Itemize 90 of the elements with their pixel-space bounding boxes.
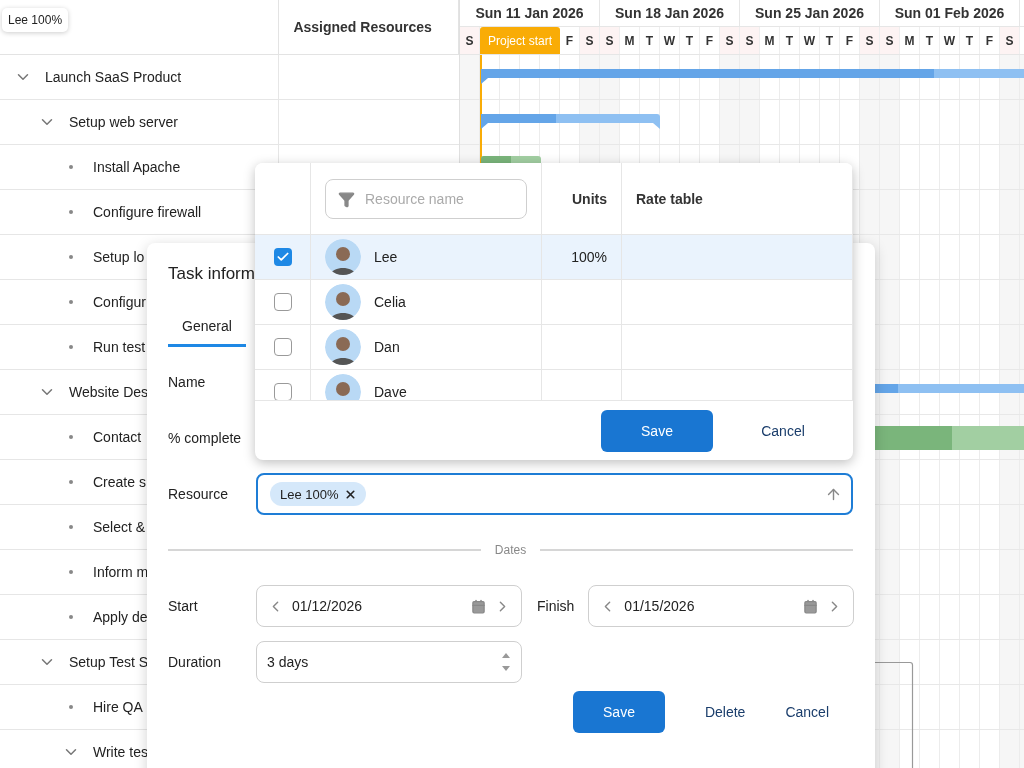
bullet-icon bbox=[69, 255, 73, 259]
field-label: Finish bbox=[537, 598, 575, 614]
task-name: Inform m bbox=[93, 564, 149, 580]
day-header: W bbox=[800, 27, 820, 54]
resource-row[interactable]: Celia bbox=[255, 280, 853, 325]
column-header: Rate table bbox=[636, 190, 703, 207]
bullet-icon bbox=[69, 435, 73, 439]
task-name: Write tes bbox=[93, 744, 148, 760]
task-name: Hire QA bbox=[93, 699, 143, 715]
day-header: S bbox=[860, 27, 880, 54]
save-button[interactable]: Save bbox=[573, 691, 665, 733]
dialog-title: Task inform bbox=[168, 263, 256, 285]
task-name: Launch SaaS Product bbox=[45, 69, 182, 85]
checkbox[interactable] bbox=[273, 248, 292, 266]
resource-name: Lee bbox=[374, 249, 398, 265]
resource-name: Dan bbox=[374, 339, 400, 355]
task-name: Select & bbox=[93, 519, 146, 535]
resource-field[interactable]: Lee 100% bbox=[256, 473, 853, 515]
field-label: Resource bbox=[168, 486, 229, 502]
day-header: S bbox=[1000, 27, 1020, 54]
task-name: Configure firewall bbox=[93, 204, 202, 220]
week-header: Sun 25 Jan 2026 bbox=[740, 0, 880, 26]
duration-field[interactable]: 3 days bbox=[256, 641, 522, 683]
filter-icon bbox=[338, 190, 355, 208]
cancel-button[interactable]: Cancel bbox=[733, 409, 833, 452]
task-name: Setup lo bbox=[93, 249, 145, 265]
bullet-icon bbox=[69, 480, 73, 484]
calendar-icon[interactable] bbox=[803, 598, 819, 614]
task-name: Configur bbox=[93, 294, 146, 310]
day-header: W bbox=[660, 27, 680, 54]
bullet-icon bbox=[69, 525, 73, 529]
bullet-icon bbox=[69, 300, 73, 304]
day-header: S bbox=[880, 27, 900, 54]
task-name: Setup web server bbox=[69, 114, 178, 130]
day-header: S bbox=[740, 27, 760, 54]
remove-icon[interactable] bbox=[343, 487, 357, 501]
bullet-icon bbox=[69, 570, 73, 574]
week-header: Sun 11 Jan 2026 bbox=[460, 0, 600, 26]
week-header: Sun 18 Jan 2026 bbox=[600, 0, 740, 26]
resource-name: Celia bbox=[374, 294, 406, 310]
field-label: Start bbox=[168, 598, 199, 614]
bullet-icon bbox=[69, 615, 73, 619]
section-heading: Dates bbox=[494, 543, 527, 557]
date-field[interactable]: 01/15/2026 bbox=[588, 585, 855, 627]
column-header: Assigned Resources bbox=[293, 19, 432, 35]
day-header: W bbox=[940, 27, 960, 54]
filter-field[interactable]: Resource name bbox=[325, 178, 527, 219]
task-name: Run test bbox=[93, 339, 146, 355]
bullet-icon bbox=[69, 210, 73, 214]
dialog-button[interactable]: Cancel bbox=[769, 691, 845, 733]
task-name: Install Apache bbox=[93, 159, 181, 175]
resource-name: Dave bbox=[374, 384, 407, 400]
field-label: Duration bbox=[168, 654, 222, 670]
resource-row[interactable]: Dave bbox=[255, 370, 853, 400]
date-field[interactable]: 01/12/2026 bbox=[256, 585, 522, 627]
check-icon bbox=[275, 250, 290, 264]
task-name: Create s bbox=[93, 474, 146, 490]
task-name: Website Des bbox=[69, 384, 149, 400]
task-name: Contact bbox=[93, 429, 142, 445]
field-label: % complete bbox=[168, 430, 243, 446]
day-header: S bbox=[460, 27, 480, 54]
avatar-icon bbox=[325, 239, 361, 275]
day-header: S bbox=[580, 27, 600, 54]
units-value: 100% bbox=[571, 249, 607, 265]
save-button[interactable]: Save bbox=[601, 409, 713, 452]
field-label: Name bbox=[168, 374, 207, 390]
avatar-icon bbox=[325, 329, 361, 365]
column-header: Units bbox=[572, 190, 607, 207]
task-name: Setup Test S bbox=[69, 654, 149, 670]
resource-row[interactable]: Lee 100% bbox=[255, 235, 853, 280]
checkbox[interactable] bbox=[273, 383, 292, 400]
task-name: Apply de bbox=[93, 609, 148, 625]
week-header: Sun 01 Feb 2026 bbox=[880, 0, 1020, 26]
spinner-icon[interactable] bbox=[501, 651, 511, 673]
tooltip: Lee 100% bbox=[2, 8, 69, 32]
bullet-icon bbox=[69, 345, 73, 349]
resource-row[interactable]: Dan bbox=[255, 325, 853, 370]
avatar-icon bbox=[325, 284, 361, 320]
checkbox[interactable] bbox=[273, 338, 292, 356]
tab[interactable]: General bbox=[168, 305, 246, 347]
checkbox[interactable] bbox=[273, 293, 292, 311]
day-header: S bbox=[600, 27, 620, 54]
day-header: S bbox=[720, 27, 740, 54]
bullet-icon bbox=[69, 705, 73, 709]
resource-chip[interactable]: Lee 100% bbox=[270, 482, 366, 506]
bullet-icon bbox=[69, 165, 73, 169]
calendar-icon[interactable] bbox=[471, 598, 486, 614]
avatar-icon bbox=[325, 374, 361, 400]
dialog-button[interactable]: Delete bbox=[688, 691, 762, 733]
project-start-marker: Project start bbox=[480, 27, 560, 54]
